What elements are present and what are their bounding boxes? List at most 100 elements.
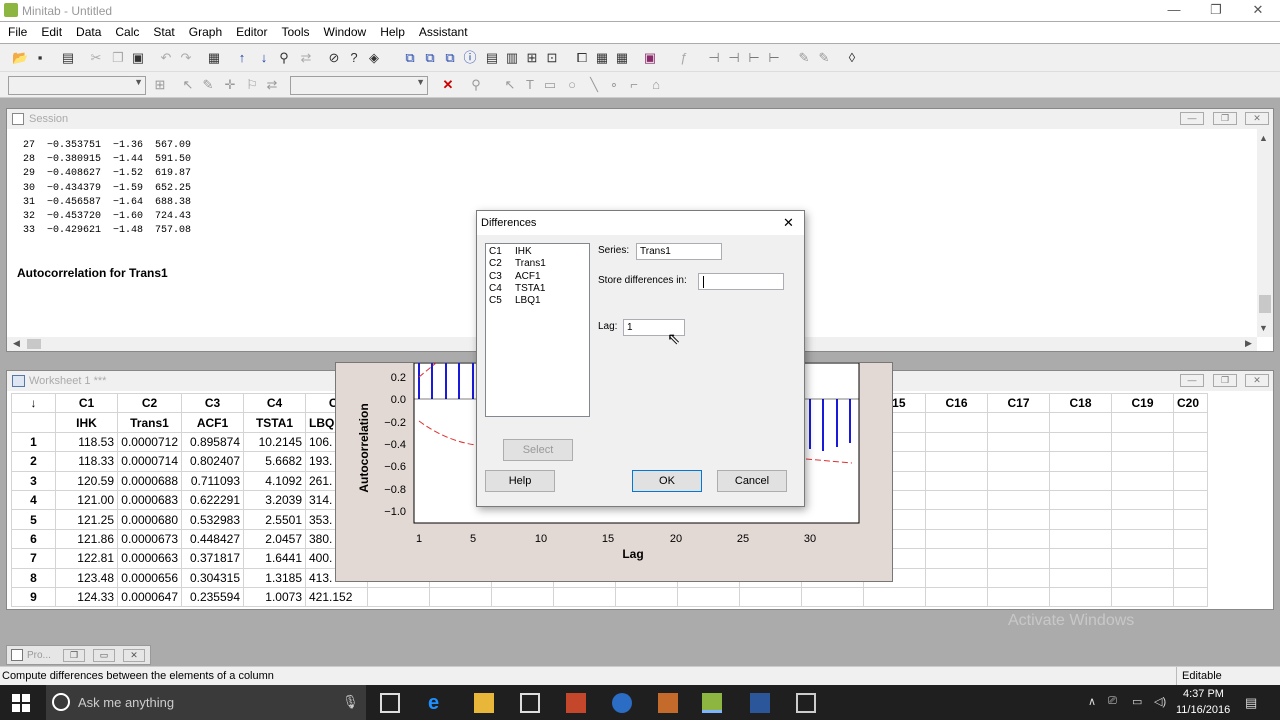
row-number[interactable]: 7: [11, 548, 56, 569]
grid-cell[interactable]: [1111, 548, 1174, 569]
grid-cell[interactable]: [1049, 489, 1112, 511]
help-button[interactable]: Help: [485, 470, 555, 492]
grid-cell[interactable]: [987, 431, 1050, 453]
replace-icon[interactable]: ⇄: [298, 50, 314, 66]
grid-cell[interactable]: [1111, 567, 1174, 588]
cortana-search-box[interactable]: Ask me anything 🎙: [46, 685, 366, 720]
line-tool-icon[interactable]: ╲: [586, 77, 602, 93]
marker-tool-icon[interactable]: ∘: [606, 77, 622, 93]
find-icon[interactable]: ⚲: [276, 50, 292, 66]
list-item[interactable]: C3 ACF1: [489, 271, 589, 283]
show-hidden-icons-icon[interactable]: ∧: [1088, 695, 1096, 708]
grid-cell[interactable]: 121.86: [55, 528, 118, 550]
down-arrow-icon[interactable]: ↓: [256, 50, 272, 66]
list-item[interactable]: C2 Trans1: [489, 258, 589, 270]
related-documents-icon[interactable]: ⊞: [524, 50, 540, 66]
ellipse-tool-icon[interactable]: ○: [564, 77, 580, 93]
grid-cell[interactable]: [925, 509, 988, 530]
edit-last-dialog-icon[interactable]: ▦: [206, 50, 222, 66]
column-id[interactable]: C20: [1173, 392, 1208, 414]
graph-combo[interactable]: ▼: [290, 76, 428, 95]
scroll-left-icon[interactable]: ◀: [13, 338, 20, 349]
grid-cell[interactable]: [987, 567, 1050, 588]
pencil-icon[interactable]: ✎: [816, 50, 832, 66]
grid-cell[interactable]: [1049, 548, 1112, 569]
grid-cell[interactable]: [925, 412, 988, 433]
crosshair-icon[interactable]: ✛: [222, 77, 238, 93]
store-icon[interactable]: [520, 693, 540, 713]
flag-icon[interactable]: ⚐: [244, 77, 260, 93]
paint-icon[interactable]: [658, 693, 678, 713]
menu-file[interactable]: File: [0, 22, 33, 39]
assistant-icon[interactable]: ◈: [366, 50, 382, 66]
grid-cell[interactable]: [1049, 586, 1112, 608]
grid-cell[interactable]: [1173, 431, 1208, 453]
grid-cell[interactable]: 121.25: [55, 509, 118, 530]
grid-cell[interactable]: [925, 528, 988, 550]
report-pad-icon[interactable]: ▥: [504, 50, 520, 66]
cancel-button[interactable]: Cancel: [717, 470, 787, 492]
grid-cell[interactable]: [1049, 412, 1112, 433]
menu-edit[interactable]: Edit: [33, 22, 68, 39]
grid-cell[interactable]: [1173, 412, 1208, 433]
grid-cell[interactable]: [925, 489, 988, 511]
grid-cell[interactable]: [1111, 528, 1174, 550]
powerpoint-icon[interactable]: [566, 693, 586, 713]
insert-column-icon[interactable]: ⊣: [726, 50, 742, 66]
grid-cell[interactable]: 120.59: [55, 470, 118, 491]
grid-cell[interactable]: [739, 586, 802, 608]
grid-cell[interactable]: [987, 528, 1050, 550]
windows-start-icon[interactable]: [12, 694, 30, 712]
grid-cell[interactable]: 0.0000712: [117, 431, 182, 453]
copy-icon[interactable]: ❐: [110, 50, 126, 66]
save-icon[interactable]: ▪: [32, 50, 48, 66]
grid-cell[interactable]: 0.0000673: [117, 528, 182, 550]
font-combo[interactable]: ▼: [8, 76, 146, 95]
grid-cell[interactable]: [987, 509, 1050, 530]
grid-cell[interactable]: 0.235594: [181, 586, 244, 608]
microphone-icon[interactable]: 🎙: [342, 694, 359, 710]
info-icon[interactable]: ⓘ: [462, 50, 478, 66]
ok-button[interactable]: OK: [632, 470, 702, 492]
grid-cell[interactable]: [1049, 451, 1112, 472]
clipboard-icon[interactable]: ▭: [1132, 695, 1142, 708]
grid-cell[interactable]: [677, 586, 740, 608]
grid-cell[interactable]: [1173, 567, 1208, 588]
grid-cell[interactable]: 1.6441: [243, 548, 306, 569]
volume-icon[interactable]: ◁): [1154, 695, 1166, 708]
cancel-command-icon[interactable]: ⊘: [326, 50, 342, 66]
column-name[interactable]: TSTA1: [243, 412, 306, 433]
close-button[interactable]: ✕: [1240, 0, 1276, 21]
grid-cell[interactable]: [1111, 470, 1174, 491]
grid-cell[interactable]: [987, 489, 1050, 511]
data-window-icon[interactable]: ⧉: [422, 50, 438, 66]
column-id[interactable]: C3: [181, 392, 244, 414]
minitab-taskbar-icon[interactable]: [702, 693, 722, 713]
worksheet-close-button[interactable]: ✕: [1245, 374, 1269, 387]
grid-cell[interactable]: 5.6682: [243, 451, 306, 472]
help-icon[interactable]: ?: [346, 50, 362, 66]
word-icon[interactable]: [750, 693, 770, 713]
column-name[interactable]: ACF1: [181, 412, 244, 433]
cut-icon[interactable]: ✂: [88, 50, 104, 66]
grid-cell[interactable]: [1049, 528, 1112, 550]
grid-cell[interactable]: 2.5501: [243, 509, 306, 530]
column-list[interactable]: C1 IHK C2 Trans1 C3 ACF1 C4 TSTA1 C5 LBQ1: [485, 243, 590, 417]
grid-cell[interactable]: 421.152: [305, 586, 368, 608]
column-id[interactable]: C1: [55, 392, 118, 414]
select-button[interactable]: Select: [503, 439, 573, 461]
grid-cell[interactable]: [553, 586, 616, 608]
delete-column-icon[interactable]: ⊢: [766, 50, 782, 66]
show-graphs-icon[interactable]: ▤: [484, 50, 500, 66]
grid-cell[interactable]: [1173, 509, 1208, 530]
grid-cell[interactable]: 124.33: [55, 586, 118, 608]
brush-icon[interactable]: ✎: [796, 50, 812, 66]
scroll-right-icon[interactable]: ▶: [1245, 338, 1252, 349]
grid-cell[interactable]: [987, 548, 1050, 569]
minimize-button[interactable]: —: [1156, 0, 1192, 21]
list-item[interactable]: C5 LBQ1: [489, 295, 589, 307]
grid-cell[interactable]: [925, 548, 988, 569]
grid-cell[interactable]: 0.371817: [181, 548, 244, 569]
menu-editor[interactable]: Editor: [228, 22, 273, 39]
column-id[interactable]: C16: [925, 392, 988, 414]
